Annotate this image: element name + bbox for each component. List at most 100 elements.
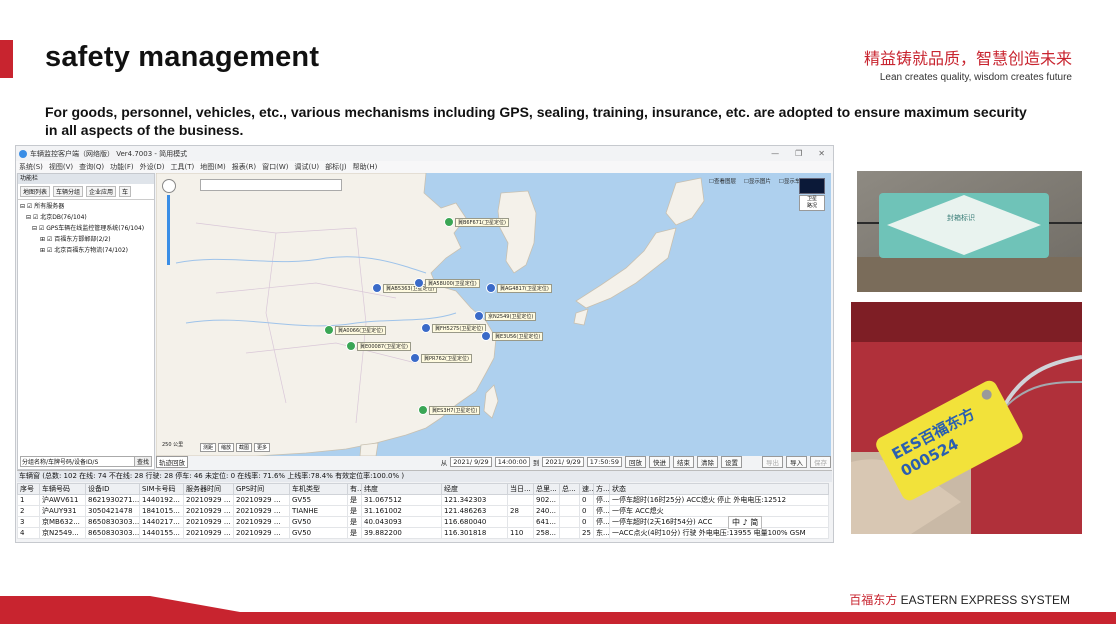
- col-header[interactable]: 有...: [347, 483, 362, 495]
- menu-standard[interactable]: 部标(J): [325, 162, 347, 172]
- vehicle-marker[interactable]: 冀AG4817(卫星定位): [486, 283, 552, 293]
- col-header[interactable]: SIM卡号码: [139, 483, 184, 495]
- vehicle-marker[interactable]: 冀A0066(卫星定位): [324, 325, 387, 335]
- ime-toolbar[interactable]: 中 ♪ 简: [728, 516, 763, 529]
- vehicle-marker[interactable]: 京N2549(卫星定位): [474, 311, 537, 321]
- restore-icon[interactable]: ❐: [795, 149, 802, 158]
- to-date-input[interactable]: 2021/ 9/29: [542, 457, 584, 467]
- menu-view[interactable]: 视图(V): [49, 162, 73, 172]
- import-button[interactable]: 导入: [786, 456, 807, 468]
- panel-title: 功能栏: [18, 174, 154, 184]
- legend-layers[interactable]: ☐查看图层: [709, 177, 736, 185]
- vehicle-marker[interactable]: 冀E3U56(卫星定位): [481, 331, 544, 341]
- col-header[interactable]: 状态: [609, 483, 829, 495]
- minimap[interactable]: [799, 178, 825, 194]
- map-search-input[interactable]: [200, 179, 342, 191]
- table-header-row: 序号 车辆号码 设备ID SIM卡号码 服务器时间 GPS时间 车机类型 有..…: [17, 483, 829, 495]
- zoom-control[interactable]: [162, 179, 176, 193]
- table-row[interactable]: 4 京N2549... 8650830303... 1440155... 2021092…: [17, 527, 829, 539]
- track-playback-select[interactable]: 轨迹回放: [156, 456, 188, 468]
- col-header[interactable]: 方...: [593, 483, 610, 495]
- col-header[interactable]: 经度: [441, 483, 508, 495]
- menu-system[interactable]: 系统(S): [19, 162, 43, 172]
- vehicle-marker[interactable]: 冀FH5275(卫星定位): [421, 323, 487, 333]
- to-time-input[interactable]: 17:50:59: [586, 457, 622, 467]
- close-icon[interactable]: ✕: [818, 149, 825, 158]
- from-time-input[interactable]: 14:00:00: [494, 457, 530, 467]
- table-row[interactable]: 3 京MB632... 8650830303... 1440217... 2021092…: [17, 516, 829, 528]
- map-scale: 250 公里: [162, 442, 184, 448]
- col-header[interactable]: 总里...: [533, 483, 560, 495]
- save-button[interactable]: 保存: [810, 456, 831, 468]
- tree-item-system[interactable]: ⊟ ☑ GPS车辆在线监控管理系统(76/104): [18, 222, 154, 233]
- col-header[interactable]: 车机类型: [289, 483, 348, 495]
- tool-screenshot[interactable]: 截图: [236, 443, 253, 452]
- col-header[interactable]: 速...: [579, 483, 594, 495]
- tree-item-beijing[interactable]: ⊞ ☑ 北京百福东方物流(74/102): [18, 244, 154, 255]
- footer-brand-cn: 百福东方: [849, 593, 898, 607]
- vehicle-table: 序号 车辆号码 设备ID SIM卡号码 服务器时间 GPS时间 车机类型 有..…: [17, 483, 829, 539]
- function-panel: 功能栏 地图列表 车辆分组 企业应用 车 ⊟ ☑ 所有服务器 ⊟ ☑ 北京DB(…: [17, 173, 155, 470]
- clear-button[interactable]: 清除: [697, 456, 718, 468]
- accent-bar: [0, 40, 13, 78]
- menu-debug[interactable]: 调试(U): [295, 162, 320, 172]
- tree-item-handan[interactable]: ⊞ ☑ 百福东方邯郸部(2/2): [18, 233, 154, 244]
- seal-label-text: 封箱标识: [947, 214, 975, 222]
- maptype-satellite[interactable]: 卫星: [800, 196, 824, 203]
- maptype-traffic[interactable]: 路况: [800, 203, 824, 210]
- export-button[interactable]: 导出: [762, 456, 783, 468]
- menu-map[interactable]: 地图(M): [200, 162, 226, 172]
- vehicle-marker[interactable]: 冀E00087(卫星定位): [346, 341, 411, 351]
- settings-button[interactable]: 设置: [721, 456, 742, 468]
- playback-button[interactable]: 回放: [625, 456, 646, 468]
- menu-bar: 系统(S) 视图(V) 查询(Q) 功能(F) 外设(D) 工具(T) 地图(M…: [16, 161, 833, 173]
- end-button[interactable]: 结束: [673, 456, 694, 468]
- col-header[interactable]: 车辆号码: [39, 483, 86, 495]
- vehicle-marker[interactable]: 冀ES3H7(卫星定位): [418, 405, 481, 415]
- menu-help[interactable]: 帮助(H): [353, 162, 378, 172]
- map-tools: 测距 缩放 截图 更多: [200, 443, 271, 452]
- table-row[interactable]: 2 沪AUY931 3050421478 1841015... 20210929 ...…: [17, 505, 829, 517]
- menu-tools[interactable]: 工具(T): [171, 162, 195, 172]
- tree-item-all-servers[interactable]: ⊟ ☑ 所有服务器: [18, 200, 154, 211]
- table-row[interactable]: 1 沪AWV611 8621930271... 1440192... 20210929 …: [17, 494, 829, 506]
- window-title: 车辆监控客户端（网络版） Ver4.7003 - 简用模式: [30, 149, 188, 158]
- col-header[interactable]: 纬度: [361, 483, 442, 495]
- footer-brand: 百福东方 EASTERN EXPRESS SYSTEM: [849, 591, 1070, 608]
- to-label: 到: [532, 459, 540, 467]
- col-header[interactable]: 当日...: [507, 483, 534, 495]
- tab-vehicle-group[interactable]: 车辆分组: [53, 186, 84, 197]
- from-date-input[interactable]: 2021/ 9/29: [450, 457, 492, 467]
- monitoring-window: 车辆监控客户端（网络版） Ver4.7003 - 简用模式 — ❐ ✕ 系统(S…: [15, 145, 834, 543]
- description: For goods, personnel, vehicles, etc., va…: [45, 104, 1027, 138]
- menu-device[interactable]: 外设(D): [140, 162, 165, 172]
- col-header[interactable]: 设备ID: [85, 483, 140, 495]
- find-button[interactable]: 查找: [133, 457, 151, 466]
- vehicle-search-input[interactable]: 分组名称/车牌号码/设备ID/S 查找: [20, 456, 152, 467]
- tool-more[interactable]: 更多: [254, 443, 271, 452]
- tab-map-list[interactable]: 地图列表: [20, 186, 51, 197]
- col-header[interactable]: 序号: [17, 483, 40, 495]
- tree-item-server[interactable]: ⊟ ☑ 北京DB(76/104): [18, 211, 154, 222]
- vehicle-marker[interactable]: 冀PR762(卫星定位): [410, 353, 472, 363]
- col-header[interactable]: 服务器时间: [183, 483, 234, 495]
- zoom-slider[interactable]: [167, 195, 170, 265]
- map-type-switch[interactable]: 卫星 路况: [799, 195, 825, 211]
- menu-function[interactable]: 功能(F): [110, 162, 134, 172]
- col-header[interactable]: GPS时间: [233, 483, 290, 495]
- menu-window[interactable]: 窗口(W): [262, 162, 288, 172]
- tool-measure[interactable]: 测距: [200, 443, 217, 452]
- vehicle-marker[interactable]: 冀A58U00(卫星定位): [414, 278, 480, 288]
- fast-forward-button[interactable]: 快进: [649, 456, 670, 468]
- minimize-icon[interactable]: —: [771, 149, 779, 158]
- map-view[interactable]: ☐查看图层 ☐显示图片 ☐显示车辆 卫星 路况 冀B6F671(卫星定位) 冀A…: [156, 173, 831, 456]
- page-title: safety management: [45, 41, 320, 73]
- tab-vehicle[interactable]: 车: [119, 186, 132, 197]
- menu-query[interactable]: 查询(Q): [79, 162, 104, 172]
- legend-images[interactable]: ☐显示图片: [744, 177, 771, 185]
- tab-enterprise-app[interactable]: 企业应用: [86, 186, 117, 197]
- col-header[interactable]: 总...: [559, 483, 580, 495]
- vehicle-marker[interactable]: 冀B6F671(卫星定位): [444, 217, 509, 227]
- tool-zoom[interactable]: 缩放: [218, 443, 235, 452]
- menu-report[interactable]: 报表(R): [232, 162, 256, 172]
